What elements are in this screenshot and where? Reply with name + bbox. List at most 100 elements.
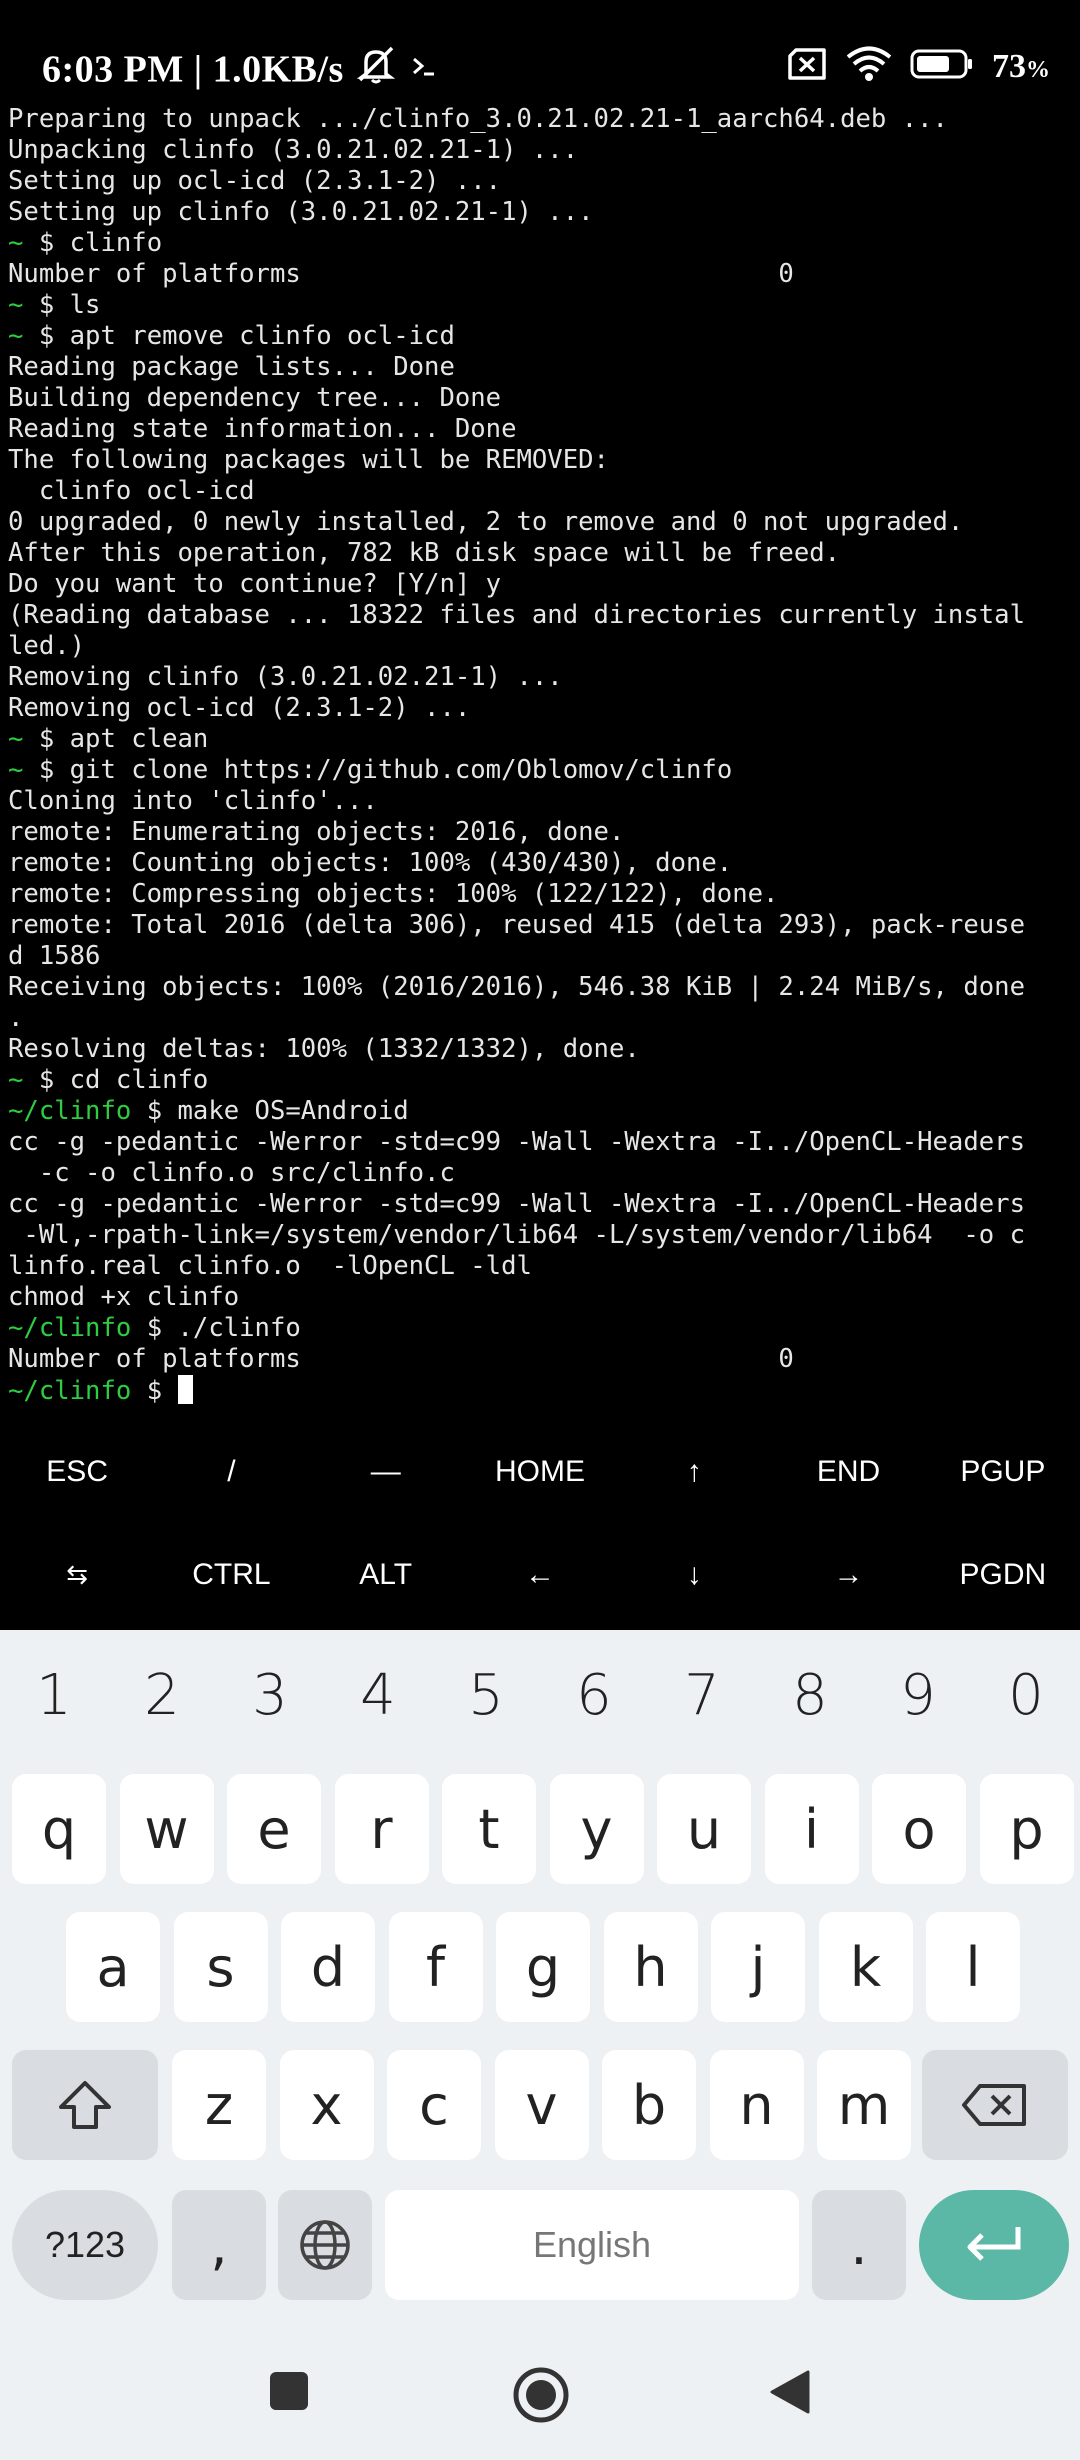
home-button[interactable] — [512, 2366, 570, 2429]
end-key[interactable]: END — [771, 1420, 925, 1523]
period-key[interactable]: . — [812, 2190, 906, 2300]
right-arrow-key[interactable]: → — [771, 1523, 925, 1626]
line-text: Setting up ocl-icd (2.3.1-2) ... — [8, 166, 502, 196]
letter-key-c[interactable]: c — [387, 2050, 481, 2160]
terminal-line: Cloning into 'clinfo'... — [8, 786, 1076, 817]
terminal-line: Setting up clinfo (3.0.21.02.21-1) ... — [8, 197, 1076, 228]
number-key-1[interactable]: 1 — [0, 1630, 108, 1760]
number-key-3[interactable]: 3 — [216, 1630, 324, 1760]
line-text: $ cd clinfo — [23, 1065, 209, 1095]
globe-icon — [300, 2220, 350, 2270]
line-text: $ ls — [23, 290, 101, 320]
terminal-line: led.) — [8, 631, 1076, 662]
pgup-key[interactable]: PGUP — [926, 1420, 1080, 1523]
backspace-key[interactable] — [922, 2050, 1068, 2160]
letter-key-p[interactable]: p — [979, 1774, 1074, 1884]
enter-key[interactable] — [919, 2190, 1069, 2300]
status-right: 73% — [786, 46, 1050, 87]
line-text: Removing ocl-icd (2.3.1-2) ... — [8, 693, 471, 723]
letter-key-e[interactable]: e — [227, 1774, 321, 1884]
language-key[interactable] — [278, 2190, 372, 2300]
home-key[interactable]: HOME — [463, 1420, 617, 1523]
esc-key[interactable]: ESC — [0, 1420, 154, 1523]
back-button[interactable] — [766, 2368, 812, 2421]
alt-key[interactable]: ALT — [309, 1523, 463, 1626]
line-text: remote: Compressing objects: 100% (122/1… — [8, 879, 779, 909]
prompt-path: ~ — [8, 321, 24, 351]
down-arrow-key[interactable]: ↓ — [617, 1523, 771, 1626]
letter-key-w[interactable]: w — [119, 1774, 214, 1884]
terminal-line: clinfo ocl-icd — [8, 476, 1076, 507]
space-key[interactable]: English — [385, 2190, 799, 2300]
letter-key-g[interactable]: g — [496, 1912, 590, 2022]
terminal-line: ~ $ cd clinfo — [8, 1065, 1076, 1096]
letter-key-k[interactable]: k — [818, 1912, 913, 2022]
letter-key-m[interactable]: m — [817, 2050, 911, 2160]
letter-key-d[interactable]: d — [281, 1912, 375, 2022]
terminal-line: ~ $ apt clean — [8, 724, 1076, 755]
number-key-2[interactable]: 2 — [108, 1630, 216, 1760]
terminal-line: cc -g -pedantic -Werror -std=c99 -Wall -… — [8, 1127, 1076, 1158]
comma-key[interactable]: , — [172, 2190, 266, 2300]
terminal-line: ~/clinfo $ ./clinfo — [8, 1313, 1076, 1344]
line-text: Cloning into 'clinfo'... — [8, 786, 378, 816]
tab-key[interactable]: ⇆ — [0, 1523, 154, 1626]
letter-key-t[interactable]: t — [442, 1774, 536, 1884]
prompt-path: ~/clinfo — [8, 1096, 132, 1126]
line-text: Preparing to unpack .../clinfo_3.0.21.02… — [8, 104, 948, 134]
square-icon — [270, 2372, 308, 2410]
letter-key-a[interactable]: a — [66, 1912, 160, 2022]
letter-key-y[interactable]: y — [549, 1774, 644, 1884]
number-key-7[interactable]: 7 — [648, 1630, 756, 1760]
number-key-8[interactable]: 8 — [756, 1630, 864, 1760]
number-key-5[interactable]: 5 — [432, 1630, 540, 1760]
left-arrow-key[interactable]: ← — [463, 1523, 617, 1626]
letter-key-x[interactable]: x — [279, 2050, 374, 2160]
letter-key-h[interactable]: h — [603, 1912, 698, 2022]
letter-key-z[interactable]: z — [172, 2050, 266, 2160]
terminal-line: linfo.real clinfo.o -lOpenCL -ldl — [8, 1251, 1076, 1282]
extra-keys-bar: ESC / — HOME ↑ END PGUP ⇆ CTRL ALT ← ↓ →… — [0, 1420, 1080, 1630]
line-text: Resolving deltas: 100% (1332/1332), done… — [8, 1034, 640, 1064]
terminal-line: Receiving objects: 100% (2016/2016), 546… — [8, 972, 1076, 1003]
terminal-line: Building dependency tree... Done — [8, 383, 1076, 414]
terminal-output[interactable]: Preparing to unpack .../clinfo_3.0.21.02… — [8, 104, 1076, 1424]
battery-percent: 73% — [992, 47, 1050, 85]
dash-key[interactable]: — — [309, 1420, 463, 1523]
terminal-line: -Wl,-rpath-link=/system/vendor/lib64 -L/… — [8, 1220, 1076, 1251]
ctrl-key[interactable]: CTRL — [154, 1523, 308, 1626]
letter-key-o[interactable]: o — [872, 1774, 966, 1884]
pgdn-key[interactable]: PGDN — [926, 1523, 1080, 1626]
number-key-4[interactable]: 4 — [324, 1630, 432, 1760]
terminal-line: ~ $ git clone https://github.com/Oblomov… — [8, 755, 1076, 786]
shift-key[interactable] — [12, 2050, 158, 2160]
letter-key-l[interactable]: l — [926, 1912, 1020, 2022]
up-arrow-key[interactable]: ↑ — [617, 1420, 771, 1523]
letter-key-i[interactable]: i — [764, 1774, 859, 1884]
letter-key-v[interactable]: v — [494, 2050, 589, 2160]
line-text: linfo.real clinfo.o -lOpenCL -ldl — [8, 1251, 532, 1281]
line-text: Number of platforms 0 — [8, 1344, 794, 1374]
letter-key-f[interactable]: f — [388, 1912, 483, 2022]
letter-key-u[interactable]: u — [657, 1774, 751, 1884]
number-key-9[interactable]: 9 — [864, 1630, 972, 1760]
line-text: chmod +x clinfo — [8, 1282, 240, 1312]
line-text: Building dependency tree... Done — [8, 383, 502, 413]
slash-key[interactable]: / — [154, 1420, 308, 1523]
letter-key-s[interactable]: s — [173, 1912, 268, 2022]
terminal-line: After this operation, 782 kB disk space … — [8, 538, 1076, 569]
terminal-line: ~/clinfo $ make OS=Android — [8, 1096, 1076, 1127]
letter-key-b[interactable]: b — [602, 2050, 696, 2160]
terminal-line: remote: Counting objects: 100% (430/430)… — [8, 848, 1076, 879]
number-key-6[interactable]: 6 — [540, 1630, 648, 1760]
letter-key-j[interactable]: j — [711, 1912, 805, 2022]
number-key-0[interactable]: 0 — [972, 1630, 1080, 1760]
letter-key-r[interactable]: r — [334, 1774, 429, 1884]
recents-button[interactable] — [268, 2370, 310, 2417]
symbols-key[interactable]: ?123 — [12, 2190, 158, 2300]
letter-key-n[interactable]: n — [709, 2050, 804, 2160]
letter-key-q[interactable]: q — [12, 1774, 106, 1884]
line-text: -Wl,-rpath-link=/system/vendor/lib64 -L/… — [8, 1220, 1025, 1250]
extra-keys-row-1: ESC / — HOME ↑ END PGUP — [0, 1420, 1080, 1523]
line-text: cc -g -pedantic -Werror -std=c99 -Wall -… — [8, 1127, 1025, 1157]
